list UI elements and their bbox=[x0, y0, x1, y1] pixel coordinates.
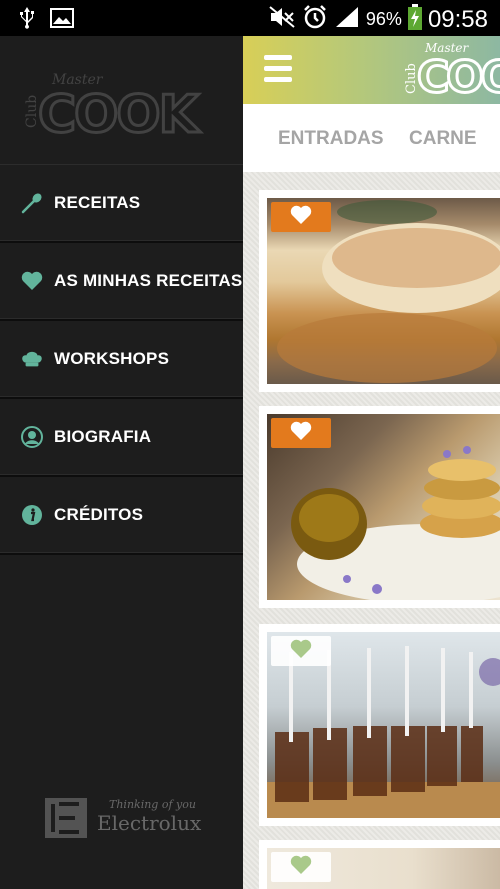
image-notification-icon bbox=[50, 8, 74, 33]
heart-icon bbox=[290, 205, 312, 230]
drawer-menu: RECEITAS AS MINHAS RECEITAS WORKSHOPS BI… bbox=[0, 164, 243, 555]
mute-icon bbox=[268, 6, 296, 33]
category-tabs: ENTRADAS CARNE bbox=[243, 104, 500, 173]
svg-text:Electrolux: Electrolux bbox=[97, 811, 202, 835]
menu-item-biografia[interactable]: BIOGRAFIA bbox=[0, 399, 243, 477]
heart-icon bbox=[290, 639, 312, 664]
battery-charging-icon bbox=[407, 4, 422, 35]
menu-item-label: WORKSHOPS bbox=[54, 349, 170, 368]
tab-carne[interactable]: CARNE bbox=[409, 128, 477, 150]
recipe-card[interactable] bbox=[259, 406, 500, 608]
person-icon bbox=[21, 426, 43, 448]
favorite-button[interactable] bbox=[271, 418, 331, 448]
favorite-button[interactable] bbox=[271, 636, 331, 666]
favorite-button[interactable] bbox=[271, 852, 331, 882]
recipe-card[interactable] bbox=[259, 840, 500, 889]
recipe-photo bbox=[267, 198, 500, 384]
app-logo: Master Club COOK bbox=[403, 40, 500, 105]
navigation-drawer: Master Club COOK RECEITAS AS MINHAS RECE… bbox=[0, 36, 243, 889]
menu-item-label: RECEITAS bbox=[54, 193, 141, 212]
recipe-card[interactable] bbox=[259, 624, 500, 826]
recipe-photo bbox=[267, 414, 500, 600]
svg-text:COOK: COOK bbox=[417, 52, 500, 100]
recipe-list bbox=[243, 172, 500, 889]
hamburger-icon[interactable] bbox=[264, 55, 292, 85]
main-content: Master Club COOK ENTRADAS CARNE bbox=[243, 36, 500, 889]
drawer-logo: Master Club COOK bbox=[24, 70, 224, 147]
app-bar: Master Club COOK bbox=[243, 36, 500, 105]
tab-entradas[interactable]: ENTRADAS bbox=[278, 128, 384, 150]
svg-text:COOK: COOK bbox=[38, 85, 201, 140]
menu-item-as-minhas-receitas[interactable]: AS MINHAS RECEITAS bbox=[0, 243, 243, 321]
menu-item-label: AS MINHAS RECEITAS bbox=[54, 271, 243, 290]
status-bar: 96% 09:58 bbox=[0, 0, 500, 36]
recipe-photo bbox=[267, 848, 500, 889]
menu-item-label: BIOGRAFIA bbox=[54, 427, 152, 446]
svg-text:Thinking of you: Thinking of you bbox=[109, 798, 196, 811]
usb-icon bbox=[18, 6, 36, 35]
heart-icon bbox=[290, 855, 312, 880]
favorite-button[interactable] bbox=[271, 202, 331, 232]
recipe-card[interactable] bbox=[259, 190, 500, 392]
battery-percent: 96% bbox=[365, 9, 402, 29]
menu-item-workshops[interactable]: WORKSHOPS bbox=[0, 321, 243, 399]
clock: 09:58 bbox=[427, 5, 488, 33]
spoon-icon bbox=[21, 192, 43, 214]
menu-item-label: CRÉDITOS bbox=[54, 505, 144, 524]
electrolux-logo: Thinking of you Electrolux bbox=[45, 794, 205, 844]
menu-item-receitas[interactable]: RECEITAS bbox=[0, 165, 243, 243]
heart-icon bbox=[290, 421, 312, 446]
chef-hat-icon bbox=[21, 348, 43, 370]
signal-icon bbox=[334, 5, 360, 34]
menu-item-creditos[interactable]: CRÉDITOS bbox=[0, 477, 243, 555]
info-icon bbox=[21, 504, 43, 526]
heart-icon bbox=[21, 270, 43, 292]
alarm-icon bbox=[302, 4, 328, 35]
recipe-photo bbox=[267, 632, 500, 818]
